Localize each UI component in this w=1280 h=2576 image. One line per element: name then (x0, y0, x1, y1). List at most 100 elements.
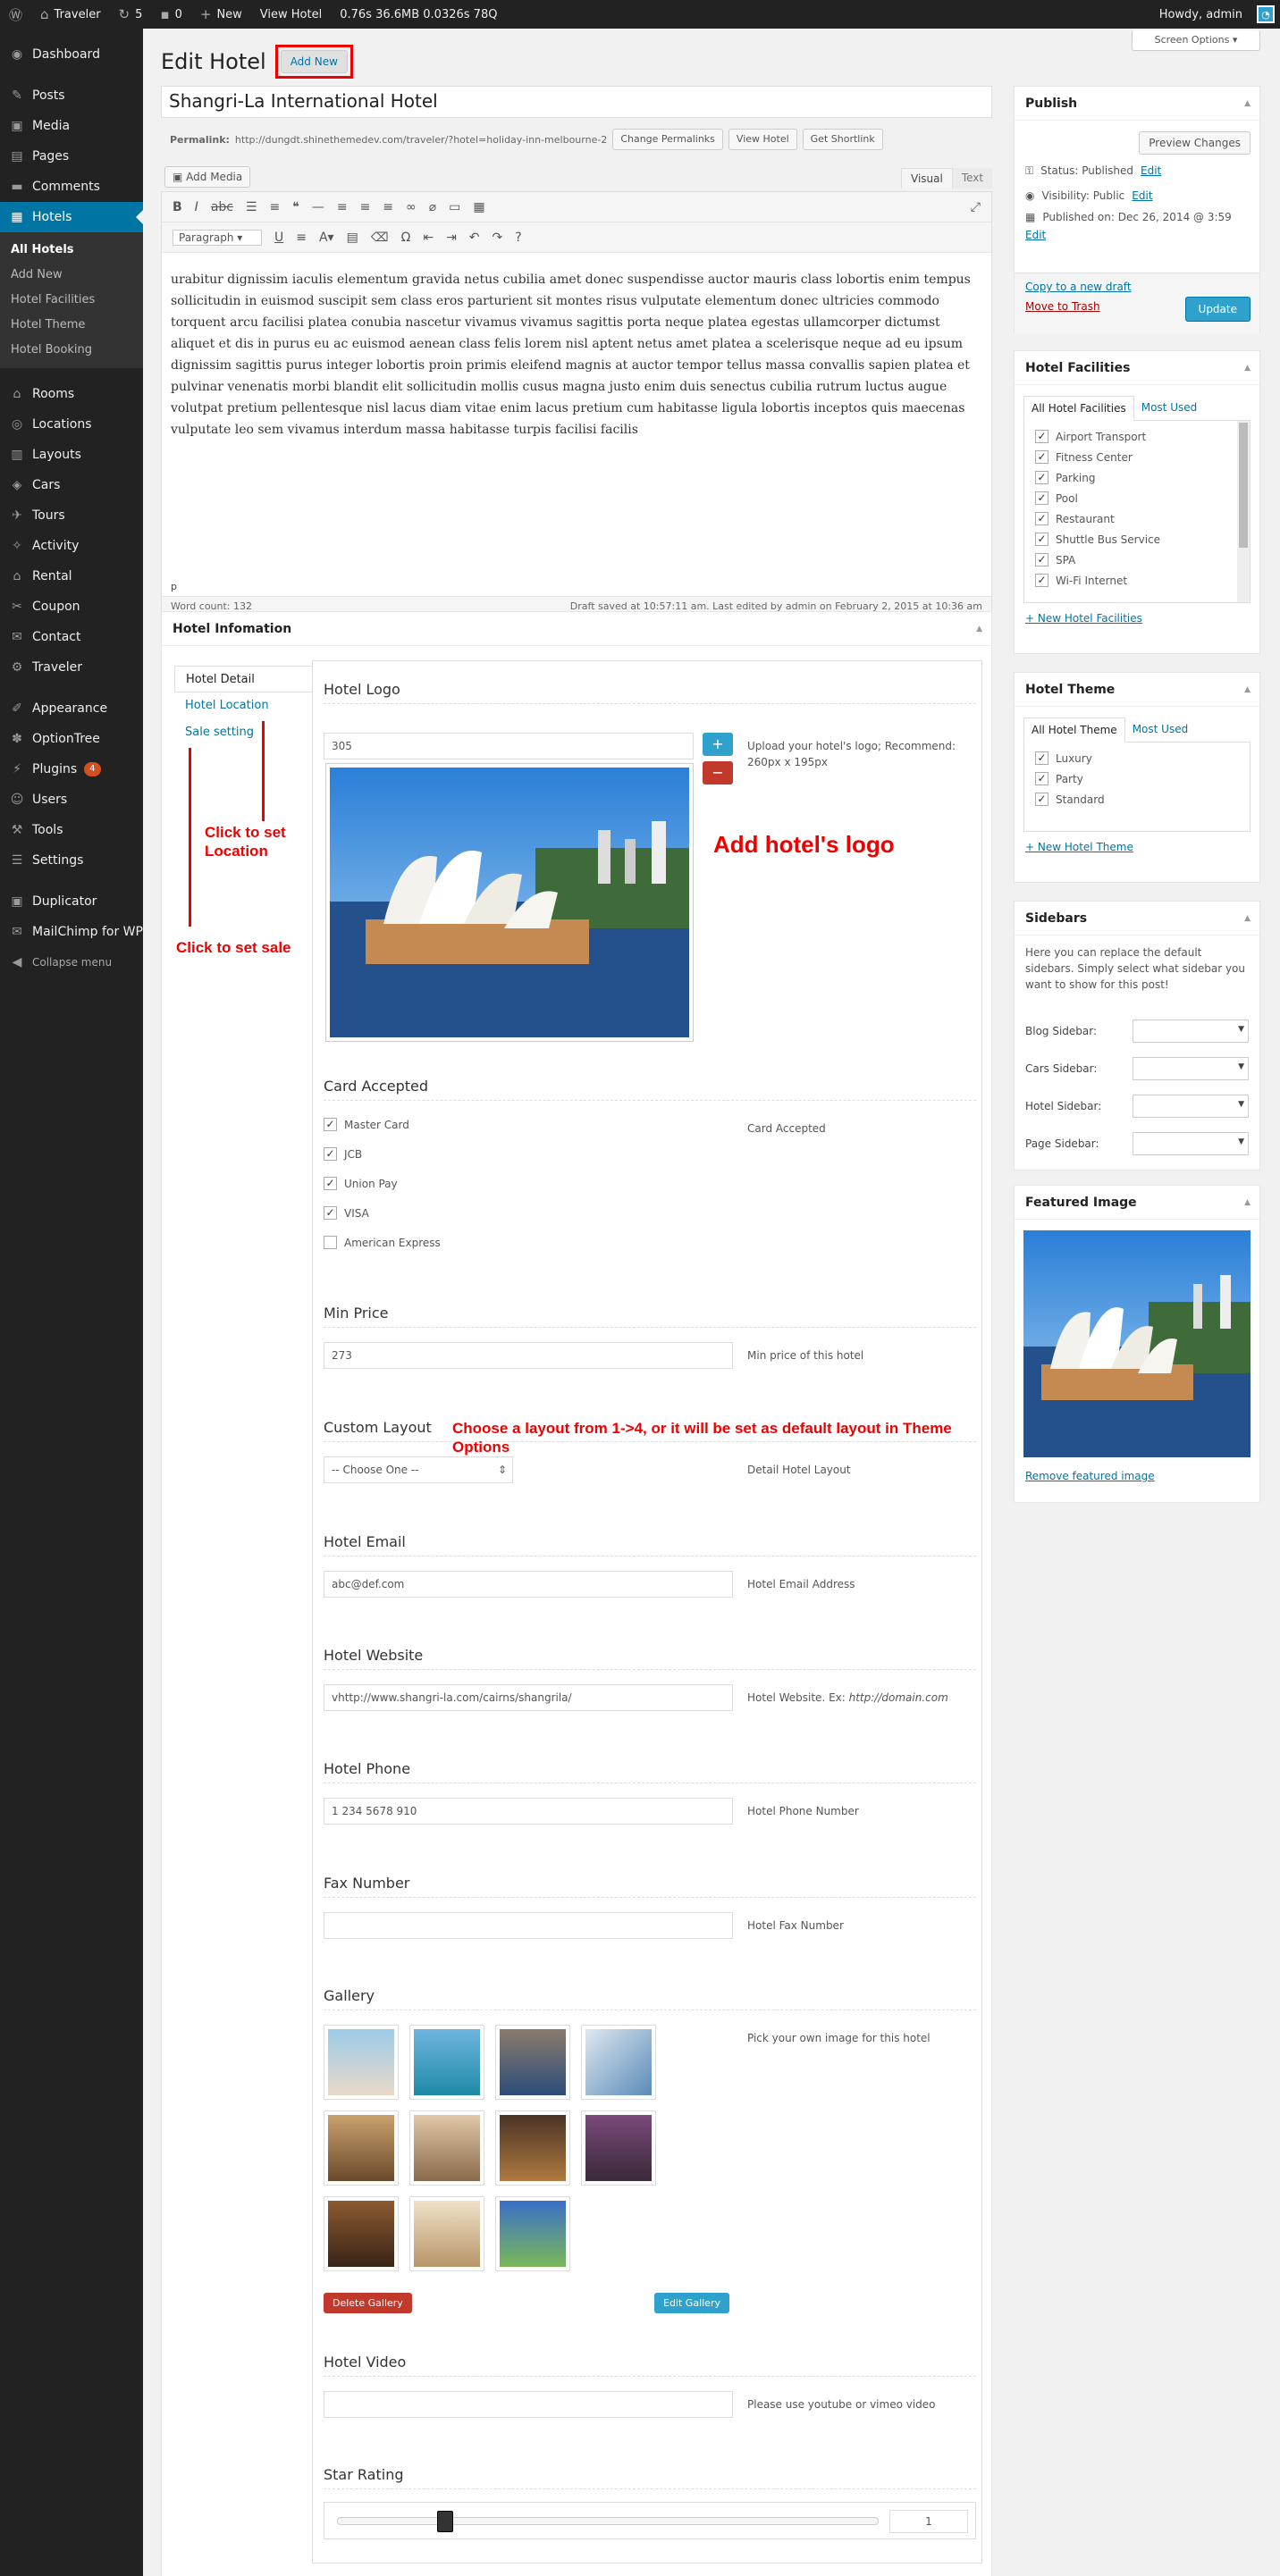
checkbox-checked[interactable]: ✓ (1035, 430, 1048, 443)
tab-all-facilities[interactable]: All Hotel Facilities (1023, 396, 1134, 421)
change-permalinks-button[interactable]: Change Permalinks (612, 129, 723, 150)
theme-item[interactable]: ✓ Party (1035, 768, 1239, 789)
min-price-input[interactable]: 273 (324, 1342, 733, 1369)
facilities-scrollbar[interactable] (1237, 421, 1250, 602)
menu-optiontree[interactable]: ✽ OptionTree (0, 724, 143, 754)
copy-draft-link[interactable]: Copy to a new draft (1025, 281, 1132, 293)
checkbox-checked[interactable]: ✓ (1035, 751, 1048, 765)
submenu-add-new[interactable]: Add New (0, 263, 143, 288)
screen-options-button[interactable]: Screen Options ▾ (1132, 30, 1260, 51)
editor-body[interactable]: urabitur dignissim iaculis elementum gra… (162, 253, 991, 457)
blog-sidebar-select[interactable] (1133, 1019, 1249, 1043)
facility-item[interactable]: ✓ Pool (1035, 488, 1239, 508)
menu-media[interactable]: ▣ Media (0, 111, 143, 141)
menu-activity[interactable]: ✧ Activity (0, 531, 143, 561)
text-color-icon[interactable]: A▾ (319, 231, 334, 245)
howdy-link[interactable]: Howdy, admin (1150, 0, 1251, 29)
star-rating-value[interactable]: 1 (889, 2510, 968, 2533)
menu-locations[interactable]: ◎ Locations (0, 409, 143, 440)
star-rating-slider-handle[interactable] (437, 2511, 453, 2532)
gallery-thumb-4[interactable] (581, 2025, 656, 2100)
checkbox-checked[interactable]: ✓ (1035, 450, 1048, 464)
featured-image-title[interactable]: Featured Image (1015, 1186, 1259, 1220)
strikethrough-icon[interactable]: abc (211, 200, 233, 214)
align-center-icon[interactable]: ≡ (360, 200, 371, 214)
fullscreen-icon[interactable]: ⤢ (971, 200, 981, 214)
numbered-list-icon[interactable]: ≡ (270, 200, 281, 214)
checkbox-checked[interactable]: ✓ (1035, 793, 1048, 806)
checkbox-checked[interactable]: ✓ (324, 1177, 337, 1190)
justify-icon[interactable]: ≡ (296, 231, 307, 245)
star-rating-slider-track[interactable] (337, 2517, 879, 2525)
hotel-information-title[interactable]: Hotel Infomation (162, 612, 991, 646)
menu-rooms[interactable]: ⌂ Rooms (0, 379, 143, 409)
get-shortlink-button[interactable]: Get Shortlink (802, 129, 883, 150)
checkbox-checked[interactable]: ✓ (1035, 772, 1048, 785)
tab-text[interactable]: Text (952, 168, 993, 189)
clear-format-icon[interactable]: ⌫ (371, 231, 389, 245)
menu-users[interactable]: ☺ Users (0, 785, 143, 815)
facility-item[interactable]: ✓ Parking (1035, 467, 1239, 488)
align-left-icon[interactable]: ≡ (337, 200, 348, 214)
gallery-thumb-10[interactable] (409, 2196, 484, 2271)
indent-icon[interactable]: ⇥ (446, 231, 457, 245)
submenu-hotel-theme[interactable]: Hotel Theme (0, 313, 143, 338)
gallery-thumb-3[interactable] (495, 2025, 570, 2100)
format-select[interactable]: Paragraph ▾ (173, 229, 262, 246)
checkbox-checked[interactable]: ✓ (1035, 533, 1048, 546)
hotel-sidebar-select[interactable] (1133, 1095, 1249, 1118)
edit-status-link[interactable]: Edit (1141, 164, 1161, 177)
menu-cars[interactable]: ◈ Cars (0, 470, 143, 500)
card-visa[interactable]: ✓ VISA (324, 1198, 441, 1228)
theme-item[interactable]: ✓ Standard (1035, 789, 1239, 810)
sidebars-title[interactable]: Sidebars (1015, 902, 1259, 936)
view-hotel-button[interactable]: View Hotel (728, 129, 797, 150)
checkbox-checked[interactable]: ✓ (1035, 553, 1048, 566)
menu-coupon[interactable]: ✂ Coupon (0, 592, 143, 622)
cars-sidebar-select[interactable] (1133, 1057, 1249, 1080)
hotel-facilities-title[interactable]: Hotel Facilities (1015, 351, 1259, 385)
checkbox-checked[interactable]: ✓ (324, 1147, 337, 1161)
checkbox-checked[interactable]: ✓ (324, 1206, 337, 1220)
video-input[interactable] (324, 2391, 733, 2418)
menu-layouts[interactable]: ▥ Layouts (0, 440, 143, 470)
menu-mailchimp[interactable]: ✉ MailChimp for WP (0, 917, 143, 947)
menu-posts[interactable]: ✎ Posts (0, 80, 143, 111)
menu-comments[interactable]: ▬ Comments (0, 172, 143, 202)
help-icon[interactable]: ? (515, 231, 521, 245)
avatar[interactable]: ◔ (1257, 5, 1275, 23)
checkbox-unchecked[interactable] (324, 1236, 337, 1249)
redo-icon[interactable]: ↷ (493, 231, 503, 245)
menu-contact[interactable]: ✉ Contact (0, 622, 143, 652)
menu-dashboard[interactable]: ◉ Dashboard (0, 39, 143, 70)
site-name-link[interactable]: ⌂ Traveler (31, 0, 110, 29)
checkbox-checked[interactable]: ✓ (324, 1118, 337, 1131)
updates-link[interactable]: ↻ 5 (110, 0, 152, 29)
menu-hotels[interactable]: ▦ Hotels (0, 202, 143, 232)
menu-appearance[interactable]: ✐ Appearance (0, 693, 143, 724)
collapse-menu-button[interactable]: ◀ Collapse menu (0, 947, 143, 978)
edit-gallery-button[interactable]: Edit Gallery (654, 2293, 729, 2313)
permalink-url[interactable]: http://dungdt.shinethemedev.com/traveler… (235, 134, 607, 146)
submenu-hotel-facilities[interactable]: Hotel Facilities (0, 288, 143, 313)
submenu-all-hotels[interactable]: All Hotels (0, 238, 143, 263)
gallery-thumb-1[interactable] (324, 2025, 399, 2100)
unlink-icon[interactable]: ⌀ (429, 200, 436, 214)
menu-pages[interactable]: ▤ Pages (0, 141, 143, 172)
tab-all-theme[interactable]: All Hotel Theme (1023, 717, 1125, 743)
checkbox-checked[interactable]: ✓ (1035, 512, 1048, 525)
add-new-button[interactable]: Add New (280, 50, 348, 73)
facility-item[interactable]: ✓ Restaurant (1035, 508, 1239, 529)
facility-item[interactable]: ✓ Airport Transport (1035, 426, 1239, 447)
card-unionpay[interactable]: ✓ Union Pay (324, 1169, 441, 1198)
menu-rental[interactable]: ⌂ Rental (0, 561, 143, 592)
comments-link[interactable]: ▪ 0 (151, 0, 190, 29)
email-input[interactable]: abc@def.com (324, 1571, 733, 1598)
tab-most-used-theme[interactable]: Most Used (1125, 717, 1196, 742)
move-to-trash-link[interactable]: Move to Trash (1025, 300, 1100, 313)
menu-settings[interactable]: ☰ Settings (0, 845, 143, 876)
facility-item[interactable]: ✓ SPA (1035, 550, 1239, 570)
edit-date-link[interactable]: Edit (1025, 229, 1046, 241)
italic-icon[interactable]: I (195, 200, 198, 214)
facility-item[interactable]: ✓ Wi-Fi Internet (1035, 570, 1239, 591)
